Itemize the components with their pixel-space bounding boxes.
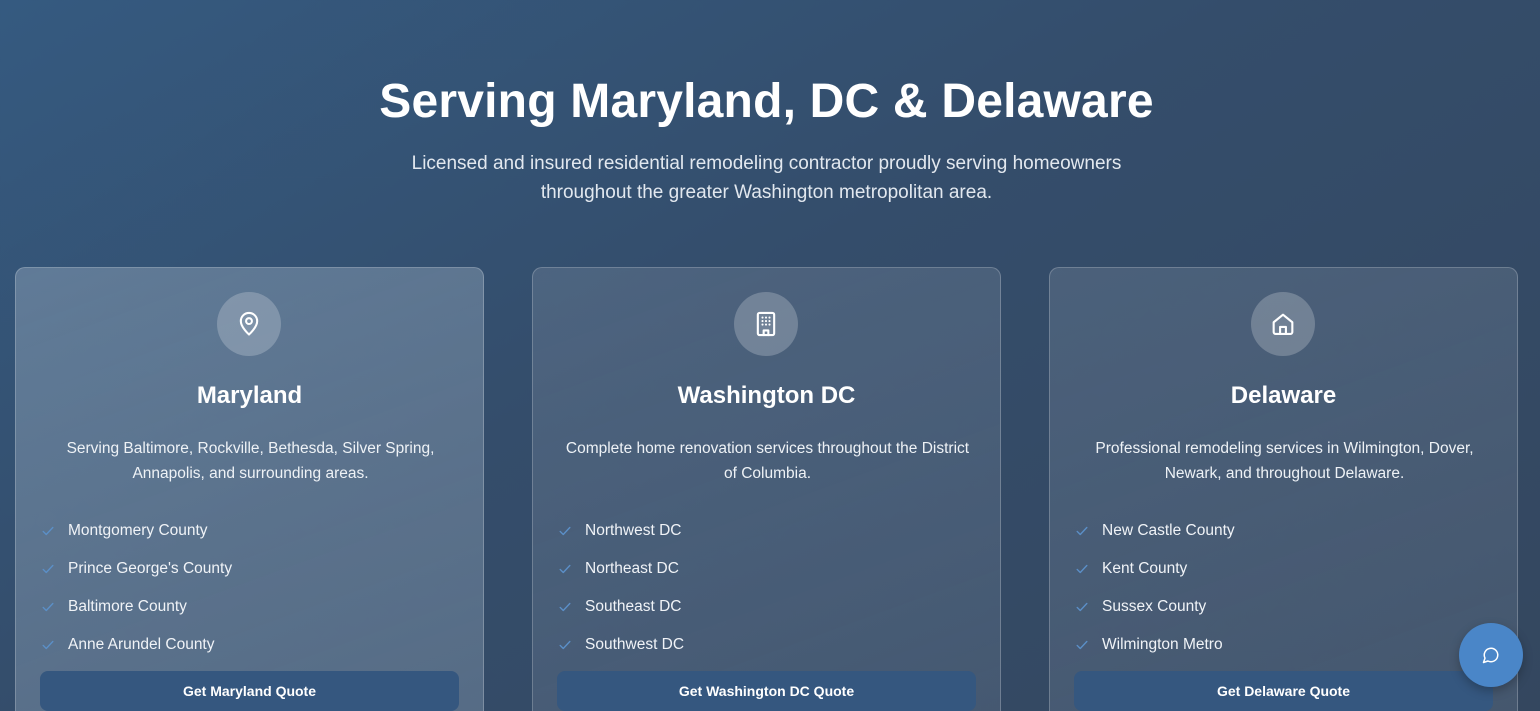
- home-icon: [1251, 292, 1315, 356]
- subtitle-line-2: throughout the greater Washington metrop…: [540, 182, 993, 203]
- page-subtitle: Licensed and insured residential remodel…: [370, 149, 1163, 207]
- card-description-line-2: Newark, and throughout Delaware.: [1164, 465, 1405, 482]
- list-item-label: Anne Arundel County: [68, 636, 215, 653]
- card-description-line-1: Serving Baltimore, Rockville, Bethesda, …: [66, 440, 435, 457]
- page-title: Serving Maryland, DC & Delaware: [379, 75, 1154, 128]
- list-item: Northeast DC: [558, 550, 978, 588]
- list-item: Anne Arundel County: [41, 626, 461, 664]
- list-item-label: Northeast DC: [585, 560, 679, 577]
- check-icon: [1075, 600, 1089, 614]
- list-item-label: Baltimore County: [68, 598, 187, 615]
- card-description: Serving Baltimore, Rockville, Bethesda, …: [46, 436, 455, 486]
- card-description-line-2: Annapolis, and surrounding areas.: [132, 465, 369, 482]
- region-card-washington-dc: Washington DC Complete home renovation s…: [532, 267, 1001, 711]
- check-icon: [41, 600, 55, 614]
- region-card-maryland: Maryland Serving Baltimore, Rockville, B…: [15, 267, 484, 711]
- check-icon: [41, 524, 55, 538]
- card-title: Maryland: [196, 382, 303, 409]
- card-title: Delaware: [1230, 382, 1337, 409]
- card-title: Washington DC: [677, 382, 856, 409]
- check-icon: [41, 638, 55, 652]
- check-icon: [558, 638, 572, 652]
- check-icon: [558, 562, 572, 576]
- chat-button[interactable]: [1459, 623, 1523, 687]
- list-item-label: Prince George's County: [68, 560, 233, 577]
- building-icon: [734, 292, 798, 356]
- service-area-list: Northwest DC Northeast DC Southeast DC S…: [558, 512, 978, 664]
- chat-bubble-icon: [1482, 646, 1500, 664]
- check-icon: [1075, 638, 1089, 652]
- get-maryland-quote-button[interactable]: Get Maryland Quote: [40, 671, 459, 711]
- list-item-label: Wilmington Metro: [1102, 636, 1223, 653]
- list-item: Baltimore County: [41, 588, 461, 626]
- subtitle-line-1: Licensed and insured residential remodel…: [411, 153, 1122, 174]
- list-item-label: Montgomery County: [68, 522, 208, 539]
- list-item: Southwest DC: [558, 626, 978, 664]
- check-icon: [1075, 562, 1089, 576]
- list-item-label: New Castle County: [1102, 522, 1235, 539]
- check-icon: [558, 524, 572, 538]
- list-item-label: Sussex County: [1102, 598, 1207, 615]
- check-icon: [1075, 524, 1089, 538]
- get-washington-dc-quote-button[interactable]: Get Washington DC Quote: [557, 671, 976, 711]
- list-item: Southeast DC: [558, 588, 978, 626]
- card-description-line-1: Complete home renovation services throug…: [565, 440, 970, 457]
- list-item: Kent County: [1075, 550, 1495, 588]
- region-card-delaware: Delaware Professional remodeling service…: [1049, 267, 1518, 711]
- list-item: Wilmington Metro: [1075, 626, 1495, 664]
- service-area-list: New Castle County Kent County Sussex Cou…: [1075, 512, 1495, 664]
- list-item-label: Kent County: [1102, 560, 1188, 577]
- card-description-line-2: of Columbia.: [723, 465, 811, 482]
- list-item-label: Northwest DC: [585, 522, 682, 539]
- list-item-label: Southwest DC: [585, 636, 685, 653]
- list-item: Prince George's County: [41, 550, 461, 588]
- check-icon: [558, 600, 572, 614]
- list-item: Sussex County: [1075, 588, 1495, 626]
- list-item: New Castle County: [1075, 512, 1495, 550]
- card-description: Complete home renovation services throug…: [563, 436, 972, 486]
- list-item-label: Southeast DC: [585, 598, 682, 615]
- list-item: Montgomery County: [41, 512, 461, 550]
- map-pin-icon: [217, 292, 281, 356]
- get-delaware-quote-button[interactable]: Get Delaware Quote: [1074, 671, 1493, 711]
- card-description-line-1: Professional remodeling services in Wilm…: [1095, 440, 1474, 457]
- list-item: Northwest DC: [558, 512, 978, 550]
- service-area-list: Montgomery County Prince George's County…: [41, 512, 461, 664]
- check-icon: [41, 562, 55, 576]
- card-description: Professional remodeling services in Wilm…: [1080, 436, 1489, 486]
